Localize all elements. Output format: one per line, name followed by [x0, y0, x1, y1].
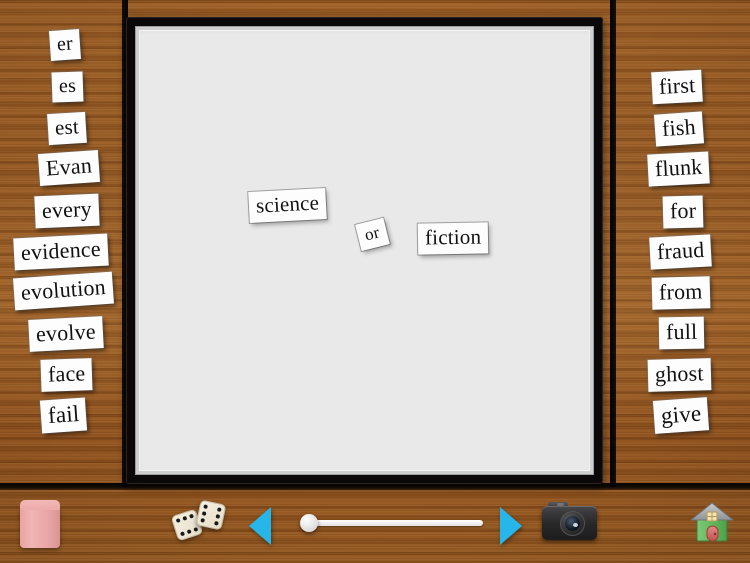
word-tile[interactable]: Evan: [37, 149, 101, 187]
die-two: [195, 499, 227, 531]
slider-track[interactable]: [306, 520, 483, 526]
next-page-arrow-icon[interactable]: [500, 507, 522, 545]
app-stage: science or fiction er es est Evan every …: [0, 0, 750, 563]
word-tile[interactable]: for: [662, 195, 704, 229]
previous-page-arrow-icon[interactable]: [249, 507, 271, 545]
word-tile[interactable]: every: [34, 193, 100, 229]
word-tile[interactable]: er: [48, 28, 81, 62]
camera-lens-glint: [573, 523, 578, 527]
sentence-canvas[interactable]: science or fiction: [139, 30, 590, 471]
word-tile[interactable]: fail: [39, 397, 88, 434]
word-tile[interactable]: fiction: [417, 222, 489, 255]
word-tile[interactable]: est: [47, 111, 87, 146]
frame-mat: science or fiction: [135, 26, 594, 475]
eraser-top: [20, 500, 60, 510]
picture-frame: science or fiction: [126, 17, 603, 484]
word-tile[interactable]: ghost: [647, 358, 712, 392]
word-tile[interactable]: fraud: [649, 234, 713, 270]
word-tile[interactable]: face: [40, 358, 93, 392]
eraser-body: [20, 507, 60, 548]
word-tile[interactable]: give: [652, 397, 710, 434]
word-tile[interactable]: evolve: [28, 316, 104, 352]
word-tile[interactable]: fish: [653, 111, 704, 147]
page-slider[interactable]: [300, 512, 483, 534]
slider-knob[interactable]: [300, 514, 318, 532]
right-tray-divider: [610, 0, 616, 487]
word-tile[interactable]: flunk: [647, 151, 711, 187]
word-tile[interactable]: es: [51, 71, 84, 103]
word-tile[interactable]: full: [658, 316, 705, 350]
word-tile[interactable]: science: [248, 188, 327, 223]
toolbar-divider: [0, 483, 750, 490]
word-tile[interactable]: or: [355, 217, 390, 252]
home-icon[interactable]: [688, 498, 736, 546]
camera-lens-inner: [565, 516, 580, 531]
bottom-toolbar: [0, 490, 750, 563]
eraser-icon[interactable]: [20, 500, 60, 548]
camera-icon[interactable]: [542, 502, 597, 540]
camera-lens: [560, 511, 585, 536]
dice-icon[interactable]: [170, 498, 228, 546]
word-tile[interactable]: evidence: [13, 233, 109, 271]
word-tile[interactable]: first: [651, 69, 704, 105]
home-icon-svg: [690, 502, 734, 542]
word-tile[interactable]: from: [651, 276, 710, 310]
